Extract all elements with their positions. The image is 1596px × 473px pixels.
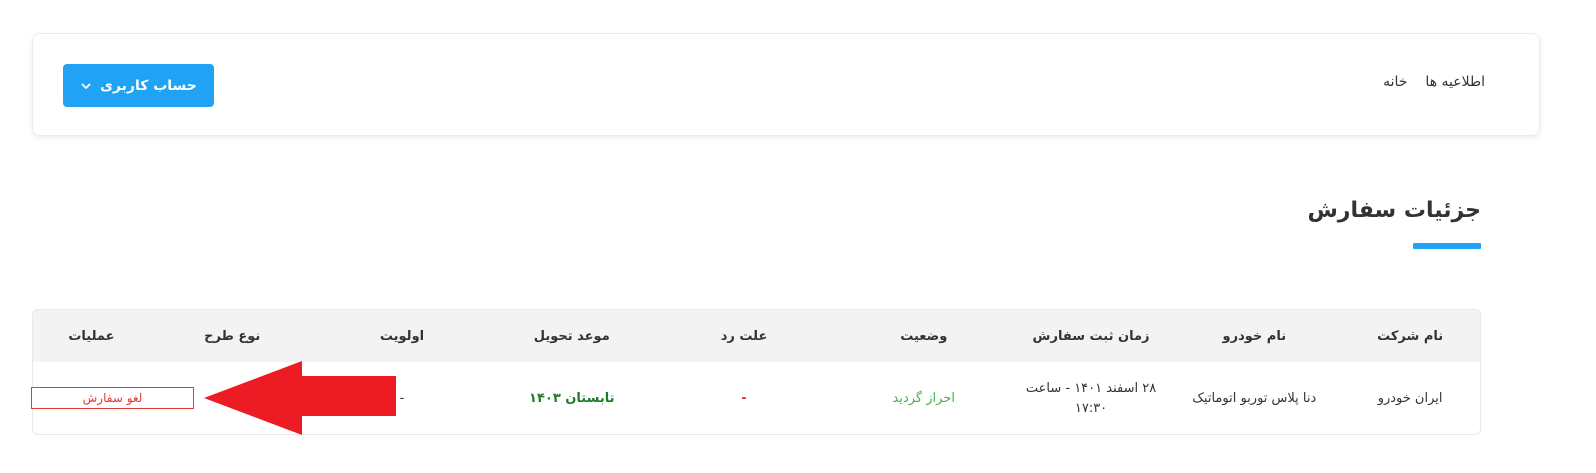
cell-status: احراز گردید	[892, 391, 955, 406]
header-reject-reason: علت رد	[720, 328, 768, 344]
cell-car: دنا پلاس توربو اتوماتیک	[1192, 391, 1317, 406]
account-button-label: حساب کاربری	[100, 77, 197, 94]
nav-announcements-link[interactable]: اطلاعیه ها	[1425, 74, 1485, 90]
header-car: نام خودرو	[1222, 328, 1287, 344]
red-arrow-left-icon	[204, 361, 396, 435]
nav-links: خانه اطلاعیه ها	[1383, 74, 1485, 90]
page-title: جزئیات سفارش	[1307, 198, 1481, 223]
cancel-order-button[interactable]: لغو سفارش	[31, 387, 194, 409]
page: خانه اطلاعیه ها حساب کاربری جزئیات سفارش…	[0, 0, 1596, 473]
table-header-row: نام شرکت نام خودرو زمان ثبت سفارش وضعیت …	[33, 310, 1480, 362]
header-status: وضعیت	[900, 328, 948, 344]
nav-home-link[interactable]: خانه	[1383, 74, 1407, 90]
chevron-down-icon	[80, 80, 92, 92]
cell-reject-reason: -	[741, 391, 747, 406]
cell-delivery: تابستان ۱۴۰۳	[529, 391, 615, 406]
cell-order-time: ۲۸ اسفند ۱۴۰۱ - ساعت ۱۷:۳۰	[1025, 380, 1157, 416]
top-navbar: خانه اطلاعیه ها حساب کاربری	[32, 33, 1540, 136]
cell-company: ایران خودرو	[1377, 391, 1443, 406]
header-actions: عملیات	[68, 328, 115, 344]
header-priority: اولویت	[379, 328, 425, 344]
header-plan-type: نوع طرح	[204, 328, 261, 344]
title-underline	[1413, 243, 1481, 249]
account-dropdown-button[interactable]: حساب کاربری	[63, 64, 214, 107]
header-order-time: زمان ثبت سفارش	[1032, 328, 1150, 344]
header-delivery: موعد تحویل	[533, 328, 610, 344]
header-company: نام شرکت	[1377, 328, 1444, 344]
